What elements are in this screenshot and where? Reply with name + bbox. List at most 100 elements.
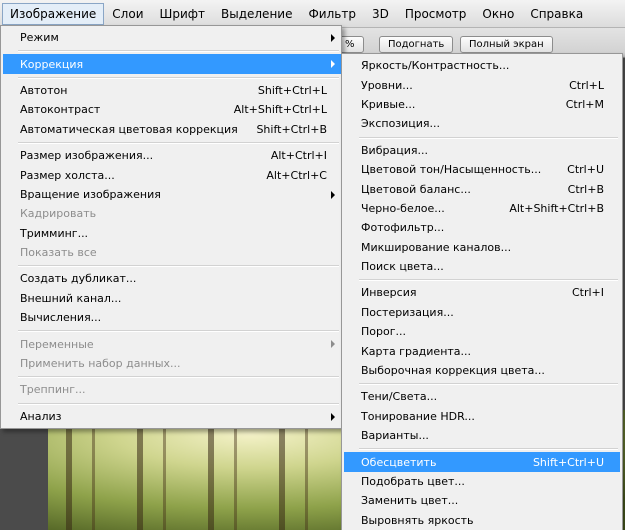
correction-menu-item-1[interactable]: Яркость/Контрастность... [344, 56, 620, 75]
menu-item-label: Черно-белое... [361, 201, 445, 215]
menu-separator [344, 445, 620, 452]
menu-separator [344, 134, 620, 141]
correction-menu-item-22[interactable]: Варианты... [344, 426, 620, 445]
menu-item-shortcut: Alt+Ctrl+C [266, 168, 327, 182]
menu-item-shortcut: Ctrl+B [567, 182, 604, 196]
menu-item-label: Тени/Света... [361, 390, 438, 404]
correction-menu-item-17[interactable]: Карта градиента... [344, 341, 620, 360]
menu-help[interactable]: Справка [522, 3, 591, 25]
correction-menu-item-15[interactable]: Постеризация... [344, 303, 620, 322]
menu-item-shortcut: Ctrl+L [569, 78, 604, 92]
correction-menu-item-4[interactable]: Экспозиция... [344, 114, 620, 133]
menu-3d[interactable]: 3D [364, 3, 397, 25]
menu-item-label: Цветовой тон/Насыщенность... [361, 163, 542, 177]
menu-item-label: Поиск цвета... [361, 260, 444, 274]
image-menu-item-1[interactable]: Режим [3, 28, 341, 47]
menu-item-label: Режим [20, 31, 59, 45]
menu-item-label: Треппинг... [20, 383, 86, 397]
correction-menu-item-10[interactable]: Фотофильтр... [344, 218, 620, 237]
menu-item-shortcut: Ctrl+U [567, 163, 604, 177]
menu-item-shortcut: Ctrl+M [565, 97, 604, 111]
submenu-arrow-icon [331, 34, 335, 42]
menu-item-label: Коррекция [20, 57, 84, 71]
menu-item-shortcut: Shift+Ctrl+U [532, 455, 604, 469]
menu-item-label: Размер холста... [20, 168, 115, 182]
menu-bar: Изображение Слои Шрифт Выделение Фильтр … [0, 0, 625, 28]
correction-menu-item-18[interactable]: Выборочная коррекция цвета... [344, 361, 620, 380]
image-menu-item-23: Треппинг... [3, 380, 341, 399]
correction-menu-item-3[interactable]: Кривые... Ctrl+M [344, 95, 620, 114]
correction-menu-item-16[interactable]: Порог... [344, 322, 620, 341]
image-menu-item-21: Применить набор данных... [3, 354, 341, 373]
menu-item-label: Карта градиента... [361, 344, 472, 358]
correction-menu-item-9[interactable]: Черно-белое... Alt+Shift+Ctrl+B [344, 199, 620, 218]
menu-item-label: Яркость/Контрастность... [361, 59, 510, 73]
correction-menu-item-7[interactable]: Цветовой тон/Насыщенность... Ctrl+U [344, 160, 620, 179]
image-menu-item-3[interactable]: Коррекция [3, 54, 341, 74]
image-menu-item-16[interactable]: Создать дубликат... [3, 269, 341, 288]
image-menu: Режим Коррекция Автотон Shift+Ctrl+L Автокон… [0, 25, 342, 430]
menu-layers[interactable]: Слои [104, 3, 151, 25]
menu-item-label: Вычисления... [20, 311, 102, 325]
image-menu-item-20: Переменные [3, 334, 341, 353]
menu-item-label: Автотон [20, 83, 68, 97]
correction-submenu: Яркость/Контрастность... Уровни... Ctrl+L К… [341, 53, 623, 530]
image-menu-item-9[interactable]: Размер изображения... Alt+Ctrl+I [3, 146, 341, 165]
image-menu-item-12: Кадрировать [3, 204, 341, 223]
menu-item-label: Показать все [20, 246, 97, 260]
correction-menu-item-8[interactable]: Цветовой баланс... Ctrl+B [344, 179, 620, 198]
menu-item-shortcut: Alt+Shift+Ctrl+L [233, 103, 327, 117]
image-menu-item-7[interactable]: Автоматическая цветовая коррекция Shift+C… [3, 120, 341, 139]
menu-select[interactable]: Выделение [213, 3, 300, 25]
menu-item-label: Кадрировать [20, 207, 97, 221]
menu-separator [344, 276, 620, 283]
submenu-arrow-icon [331, 60, 335, 69]
menu-item-label: Инверсия [361, 286, 417, 300]
image-menu-item-11[interactable]: Вращение изображения [3, 185, 341, 204]
menu-item-label: Подобрать цвет... [361, 475, 465, 488]
menu-filter[interactable]: Фильтр [300, 3, 363, 25]
menu-separator [3, 262, 341, 269]
menu-item-label: Экспозиция... [361, 117, 441, 131]
menu-item-shortcut: Ctrl+I [571, 286, 604, 300]
image-menu-item-25[interactable]: Анализ [3, 407, 341, 426]
image-menu-item-17[interactable]: Внешний канал... [3, 289, 341, 308]
correction-menu-item-25[interactable]: Подобрать цвет... [344, 472, 620, 491]
correction-menu-item-2[interactable]: Уровни... Ctrl+L [344, 75, 620, 94]
image-menu-item-14: Показать все [3, 243, 341, 262]
menu-item-shortcut: Alt+Shift+Ctrl+B [509, 201, 604, 215]
image-menu-item-10[interactable]: Размер холста... Alt+Ctrl+C [3, 165, 341, 184]
correction-menu-item-6[interactable]: Вибрация... [344, 141, 620, 160]
image-menu-item-18[interactable]: Вычисления... [3, 308, 341, 327]
menu-item-shortcut: Shift+Ctrl+B [256, 122, 327, 136]
correction-menu-item-24[interactable]: Обесцветить Shift+Ctrl+U [344, 452, 620, 472]
image-menu-item-6[interactable]: Автоконтраст Alt+Shift+Ctrl+L [3, 100, 341, 119]
correction-menu-item-20[interactable]: Тени/Света... [344, 387, 620, 406]
correction-menu-item-26[interactable]: Заменить цвет... [344, 491, 620, 510]
correction-menu-item-27[interactable]: Выровнять яркость [344, 511, 620, 530]
menu-item-label: Обесцветить [361, 455, 437, 469]
correction-menu-item-14[interactable]: Инверсия Ctrl+I [344, 283, 620, 302]
menu-separator [3, 47, 341, 54]
menu-item-shortcut: Alt+Ctrl+I [270, 149, 327, 163]
full-screen-button[interactable]: Полный экран [460, 36, 553, 53]
correction-menu-item-21[interactable]: Тонирование HDR... [344, 407, 620, 426]
menu-item-label: Выборочная коррекция цвета... [361, 364, 545, 378]
menu-item-label: Тонирование HDR... [361, 409, 475, 423]
menu-image[interactable]: Изображение [2, 2, 105, 25]
correction-menu-item-12[interactable]: Поиск цвета... [344, 257, 620, 276]
image-menu-item-5[interactable]: Автотон Shift+Ctrl+L [3, 81, 341, 100]
menu-type[interactable]: Шрифт [152, 3, 214, 25]
fit-screen-button[interactable]: Подогнать [379, 36, 454, 53]
menu-item-label: Внешний канал... [20, 291, 122, 305]
menu-separator [3, 74, 341, 81]
menu-view[interactable]: Просмотр [397, 3, 475, 25]
correction-menu-item-11[interactable]: Микширование каналов... [344, 238, 620, 257]
submenu-arrow-icon [331, 412, 335, 421]
menu-separator [3, 327, 341, 334]
menu-item-label: Выровнять яркость [361, 513, 474, 527]
menu-item-label: Переменные [20, 337, 94, 351]
menu-item-label: Фотофильтр... [361, 221, 445, 235]
image-menu-item-13[interactable]: Тримминг... [3, 224, 341, 243]
menu-window[interactable]: Окно [474, 3, 522, 25]
